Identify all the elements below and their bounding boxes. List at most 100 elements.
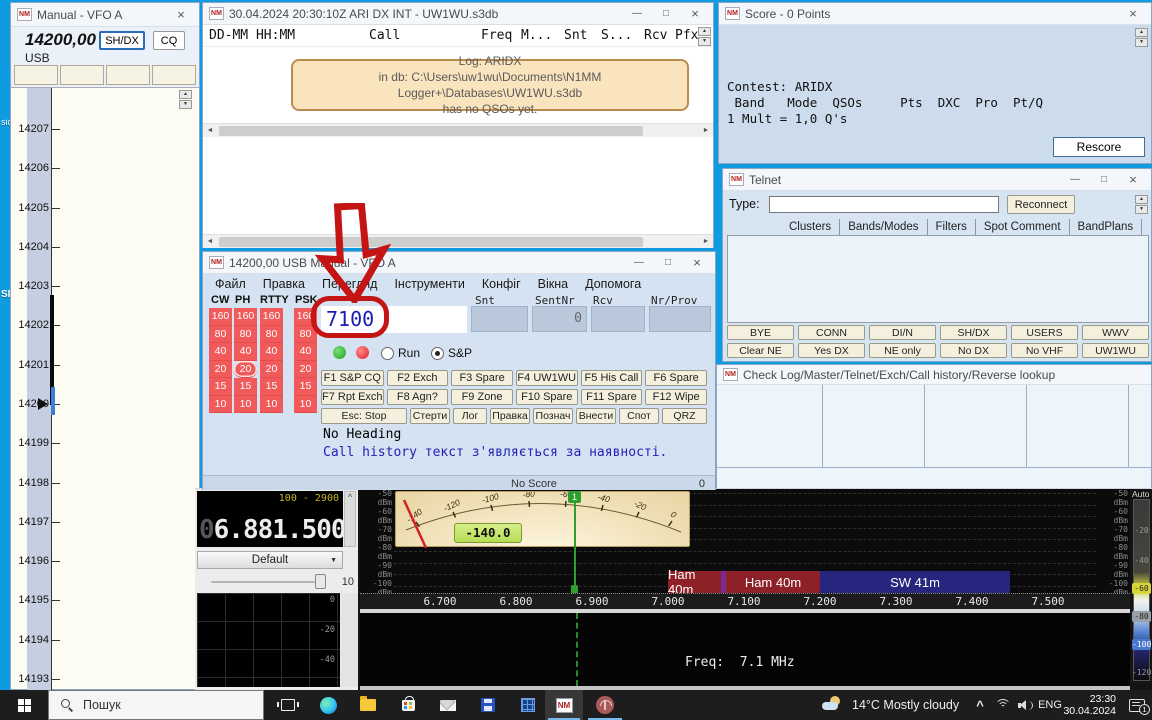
telnet-tab[interactable]: Spot Comment	[976, 219, 1070, 235]
close-icon[interactable]: ×	[1121, 170, 1145, 190]
close-icon[interactable]: ×	[683, 4, 707, 24]
menu-item[interactable]: Допомога	[585, 277, 641, 291]
bandmap-field[interactable]	[106, 65, 150, 85]
band-button[interactable]: 10	[209, 396, 232, 414]
band-button[interactable]: 160	[209, 308, 232, 326]
slider-handle[interactable]	[315, 574, 326, 589]
function-key-button[interactable]: F7 Rpt Exch	[321, 389, 384, 405]
function-key-button[interactable]: F8 Agn?	[387, 389, 449, 405]
maximize-icon[interactable]: □	[1092, 170, 1116, 190]
action-button[interactable]: Внести	[576, 408, 616, 424]
run-radio[interactable]: Run	[381, 346, 420, 360]
telnet-output-area[interactable]	[727, 235, 1149, 323]
bandmap-titlebar[interactable]: NM Manual - VFO A ×	[11, 3, 199, 27]
spinner-up-icon[interactable]: ▲	[698, 27, 711, 36]
menu-item[interactable]: Вікна	[538, 277, 568, 291]
nrprov-field[interactable]	[649, 306, 711, 332]
minimize-icon[interactable]: —	[1063, 170, 1087, 190]
telnet-command-button[interactable]: Clear NE	[727, 343, 794, 358]
log-column-header[interactable]: M...	[521, 28, 552, 43]
telnet-command-button[interactable]: USERS	[1011, 325, 1078, 340]
log-column-header[interactable]: DD-MM HH:MM	[209, 28, 295, 43]
checklog-titlebar[interactable]: NM Check Log/Master/Telnet/Exch/Call his…	[717, 365, 1151, 385]
action-button[interactable]: Познач	[533, 408, 573, 424]
band-button[interactable]: 80	[209, 326, 232, 344]
telnet-command-button[interactable]: No VHF	[1011, 343, 1078, 358]
band-plan-segment[interactable]: SW 41m	[820, 571, 1010, 593]
log-hscrollbar-2[interactable]: ◄ ►	[203, 234, 713, 248]
band-button[interactable]: 40	[234, 343, 257, 361]
telnet-tab[interactable]: Filters	[928, 219, 976, 235]
spinner-down-icon[interactable]: ▼	[1135, 205, 1148, 214]
band-plan-segment[interactable]: Ham 40m	[726, 571, 820, 593]
log-spinner[interactable]: ▲ ▼	[698, 27, 711, 46]
log-column-header[interactable]: Rcv	[644, 28, 667, 43]
cq-button[interactable]: CQ	[153, 31, 185, 50]
reconnect-button[interactable]: Reconnect	[1007, 195, 1075, 214]
band-button[interactable]: 80	[260, 326, 283, 344]
scroll-right-icon[interactable]: ►	[699, 124, 713, 138]
sdr-frequency-display[interactable]: 100 - 2900 06.881.500	[197, 491, 343, 547]
action-button[interactable]: QRZ	[662, 408, 707, 424]
function-key-button[interactable]: F4 UW1WU	[516, 370, 578, 386]
mail-taskbar-button[interactable]	[428, 690, 468, 720]
log-column-header[interactable]: Pfx	[675, 28, 698, 43]
sp-radio[interactable]: S&P	[431, 346, 472, 360]
scroll-left-icon[interactable]: ◄	[203, 235, 217, 249]
spinner-down-icon[interactable]: ▼	[179, 100, 192, 109]
log-column-header[interactable]: Call	[369, 28, 400, 43]
log-column-header[interactable]: Snt	[564, 28, 587, 43]
score-titlebar[interactable]: NM Score - 0 Points ×	[719, 3, 1151, 25]
telnet-titlebar[interactable]: NM Telnet — □ ×	[723, 169, 1151, 191]
tray-expand-button[interactable]: ^	[970, 690, 990, 720]
spectrum-marker-flag[interactable]: 1	[568, 491, 581, 503]
band-button[interactable]: 15	[294, 378, 317, 396]
volume-tray-button[interactable]	[1014, 690, 1036, 720]
clock[interactable]: 23:3030.04.2024	[1064, 690, 1116, 720]
spinner-down-icon[interactable]: ▼	[698, 37, 711, 46]
band-plan-segment[interactable]: Ham 40m	[668, 571, 721, 593]
function-key-button[interactable]: F3 Spare	[451, 370, 513, 386]
radio-circle-icon[interactable]	[381, 347, 394, 360]
log-titlebar[interactable]: NM 30.04.2024 20:30:10Z ARI DX INT - UW1…	[203, 3, 713, 25]
action-button[interactable]: Стерти	[410, 408, 450, 424]
function-key-button[interactable]: F12 Wipe	[645, 389, 707, 405]
telnet-command-button[interactable]: BYE	[727, 325, 794, 340]
score-spinner[interactable]: ▲ ▼	[1135, 28, 1148, 47]
band-button[interactable]: 40	[209, 343, 232, 361]
telnet-tab[interactable]: Bands/Modes	[840, 219, 927, 235]
function-key-button[interactable]: F2 Exch	[387, 370, 449, 386]
band-button[interactable]: 10	[294, 396, 317, 414]
action-button[interactable]: Лог	[453, 408, 487, 424]
scroll-left-icon[interactable]: ◄	[203, 124, 217, 138]
function-key-button[interactable]: F9 Zone	[451, 389, 513, 405]
save-app-taskbar-button[interactable]	[468, 690, 508, 720]
entry-titlebar[interactable]: NM 14200,00 USB Manual - VFO A — □ ×	[203, 252, 715, 274]
start-button[interactable]	[0, 690, 48, 720]
sdr-preset-dropdown[interactable]: Default ▼	[197, 551, 343, 569]
band-button[interactable]: 20	[209, 361, 232, 379]
task-view-button[interactable]	[268, 690, 308, 720]
action-button[interactable]: Правка	[490, 408, 530, 424]
shdx-button[interactable]: SH/DX	[99, 31, 145, 50]
weather-widget[interactable]: 14°C Mostly cloudy	[822, 690, 959, 720]
scrollbar-thumb[interactable]	[219, 126, 643, 136]
waterfall-color-scale[interactable]: Auto -20-40-60-80-100-120	[1131, 489, 1152, 691]
bandmap-field[interactable]	[14, 65, 58, 85]
minimize-icon[interactable]: —	[627, 253, 651, 273]
rescore-button[interactable]: Rescore	[1053, 137, 1145, 157]
function-key-button[interactable]: F1 S&P CQ	[321, 370, 384, 386]
function-key-button[interactable]: F5 His Call	[581, 370, 643, 386]
band-button[interactable]: 10	[234, 396, 257, 414]
network-tray-button[interactable]	[992, 690, 1014, 720]
spinner-up-icon[interactable]: ▲	[179, 90, 192, 99]
frequency-scale[interactable]: 6.7006.8006.9007.0007.1007.2007.3007.400…	[360, 593, 1130, 609]
telnet-command-button[interactable]: UW1WU	[1082, 343, 1149, 358]
band-button[interactable]: 10	[260, 396, 283, 414]
menu-item[interactable]: Конфіг	[482, 277, 521, 291]
telnet-command-button[interactable]: DI/N	[869, 325, 936, 340]
band-button[interactable]: 15	[209, 378, 232, 396]
band-button[interactable]: 15	[234, 378, 257, 396]
telnet-command-button[interactable]: No DX	[940, 343, 1007, 358]
telnet-command-button[interactable]: WWV	[1082, 325, 1149, 340]
